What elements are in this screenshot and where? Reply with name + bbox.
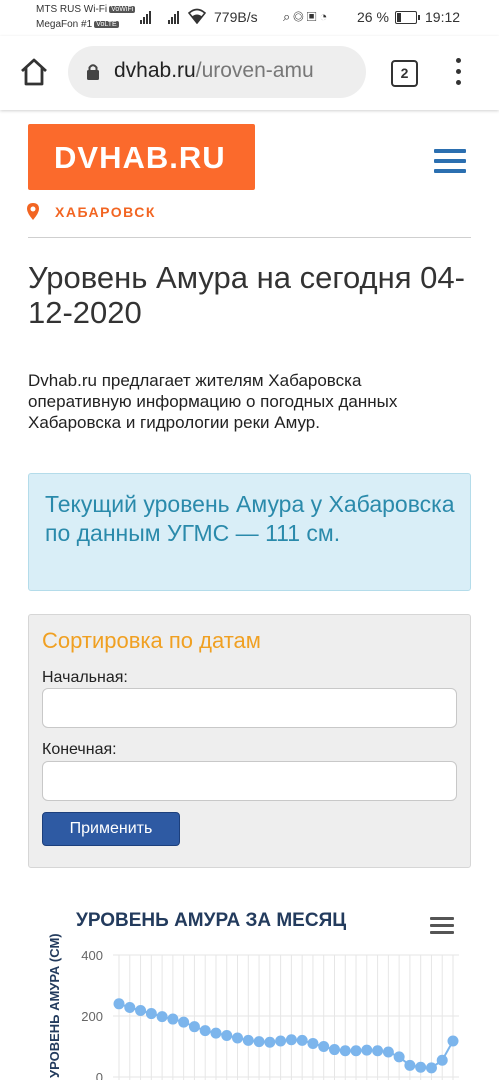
data-point bbox=[296, 1034, 308, 1046]
data-point bbox=[275, 1035, 287, 1047]
lock-icon bbox=[87, 64, 99, 80]
signal-icon bbox=[168, 10, 182, 24]
data-point bbox=[285, 1034, 297, 1046]
data-point bbox=[264, 1036, 276, 1048]
data-point bbox=[124, 1001, 136, 1013]
data-point bbox=[178, 1016, 190, 1028]
home-icon[interactable] bbox=[18, 56, 50, 88]
start-date-input[interactable] bbox=[42, 688, 457, 728]
battery-percent: 26 % bbox=[357, 9, 389, 25]
data-point bbox=[328, 1044, 340, 1056]
url-text[interactable]: dvhab.ru/uroven-amu bbox=[114, 59, 314, 83]
y-axis-label: УРОВЕНЬ АМУРА (СМ) bbox=[47, 933, 62, 1078]
data-point bbox=[188, 1021, 200, 1033]
data-point bbox=[167, 1013, 179, 1025]
data-point bbox=[447, 1035, 459, 1047]
data-point bbox=[232, 1032, 244, 1044]
battery-icon bbox=[395, 11, 420, 24]
data-point bbox=[242, 1034, 254, 1046]
end-date-input[interactable] bbox=[42, 761, 457, 801]
carrier-2: MegaFon #1 VoLTE bbox=[36, 19, 119, 30]
data-point bbox=[145, 1008, 157, 1020]
data-point bbox=[156, 1011, 168, 1023]
data-point bbox=[393, 1051, 405, 1063]
chart-title: УРОВЕНЬ АМУРА ЗА МЕСЯЦ bbox=[76, 910, 347, 931]
notification-icons: ⌕◎▣◔ bbox=[283, 9, 331, 24]
location-pin-icon bbox=[27, 203, 39, 220]
sort-form-title: Сортировка по датам bbox=[42, 628, 261, 653]
level-chart: 400 200 0 УРОВЕНЬ АМУРА (СМ) УРОВЕНЬ АМУРА … bbox=[0, 900, 499, 1080]
end-date-label: Конечная: bbox=[42, 741, 117, 758]
browser-menu-icon[interactable] bbox=[452, 58, 464, 88]
data-point bbox=[318, 1041, 330, 1052]
data-point bbox=[372, 1045, 384, 1057]
data-point bbox=[253, 1036, 265, 1048]
date-sort-form: Сортировка по датам Начальная: Конечная:… bbox=[28, 614, 471, 868]
data-point bbox=[382, 1046, 394, 1058]
current-level-text: Текущий уровень Амура у Хабаровска по да… bbox=[45, 491, 455, 546]
data-point bbox=[339, 1045, 351, 1057]
browser-toolbar: dvhab.ru/uroven-amu 2 bbox=[0, 36, 499, 110]
status-bar: MTS RUS Wi-Fi VoWiFi MegaFon #1 VoLTE 779B… bbox=[0, 0, 499, 36]
page-title: Уровень Амура на сегодня 04-12-2020 bbox=[28, 260, 465, 330]
data-point bbox=[361, 1044, 373, 1056]
vowifi-badge: VoWiFi bbox=[109, 5, 136, 13]
data-point bbox=[350, 1045, 362, 1057]
current-level-box: Текущий уровень Амура у Хабаровска по да… bbox=[28, 473, 471, 591]
network-speed: 779B/s bbox=[214, 9, 258, 25]
data-point bbox=[199, 1025, 211, 1037]
data-point bbox=[404, 1059, 416, 1071]
y-tick-label: 0 bbox=[96, 1070, 103, 1080]
data-point bbox=[415, 1061, 427, 1073]
data-point bbox=[221, 1030, 233, 1042]
data-point bbox=[425, 1062, 437, 1074]
city-name: ХАБАРОВСК bbox=[55, 204, 156, 220]
tab-switcher-button[interactable]: 2 bbox=[391, 60, 418, 87]
signal-icon bbox=[140, 10, 154, 24]
data-point bbox=[113, 998, 125, 1010]
wifi-icon bbox=[188, 8, 206, 24]
apply-button[interactable]: Применить bbox=[42, 812, 180, 846]
carrier-1: MTS RUS Wi-Fi VoWiFi bbox=[36, 4, 136, 15]
intro-text: Dvhab.ru предлагает жителям Хабаровска о… bbox=[28, 371, 398, 432]
y-tick-label: 400 bbox=[81, 948, 103, 963]
data-point bbox=[135, 1005, 147, 1017]
data-point bbox=[307, 1037, 319, 1049]
clock: 19:12 bbox=[425, 9, 461, 25]
hamburger-menu-icon[interactable] bbox=[434, 146, 466, 176]
data-point bbox=[210, 1027, 222, 1039]
chart-menu-icon[interactable] bbox=[430, 915, 454, 935]
y-tick-label: 200 bbox=[81, 1009, 103, 1024]
start-date-label: Начальная: bbox=[42, 669, 128, 686]
volte-badge: VoLTE bbox=[94, 20, 119, 28]
header-divider bbox=[28, 237, 471, 238]
address-bar[interactable]: dvhab.ru/uroven-amu bbox=[68, 46, 366, 98]
data-point bbox=[436, 1054, 448, 1066]
site-logo[interactable]: DVHAB.RU bbox=[28, 124, 255, 190]
